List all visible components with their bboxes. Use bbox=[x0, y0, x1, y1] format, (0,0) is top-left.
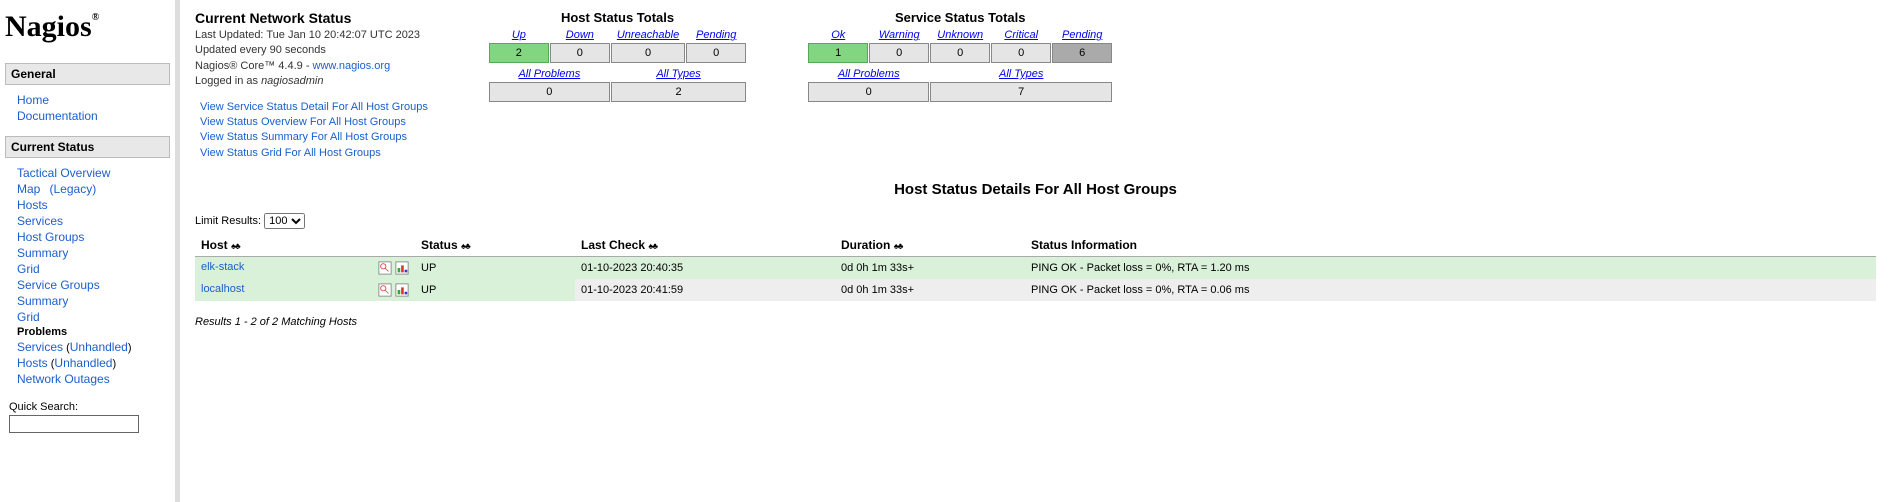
sort-icon[interactable]: ♠♣ bbox=[894, 241, 903, 251]
link-service-detail[interactable]: View Service Status Detail For All Host … bbox=[200, 100, 428, 115]
nav-hosts[interactable]: Hosts bbox=[17, 198, 48, 212]
ht-all-types[interactable]: All Types bbox=[656, 68, 700, 80]
st-pending[interactable]: Pending bbox=[1062, 29, 1102, 41]
duration-cell: 0d 0h 1m 33s+ bbox=[835, 279, 1025, 301]
last-updated: Last Updated: Tue Jan 10 20:42:07 UTC 20… bbox=[195, 28, 428, 43]
st-critical-val[interactable]: 0 bbox=[991, 43, 1051, 63]
host-totals: Host Status Totals Up Down Unreachable P… bbox=[488, 10, 747, 103]
ht-up[interactable]: Up bbox=[512, 29, 526, 41]
table-row: localhost UP01-10-2023 20:41:590d 0h 1m … bbox=[195, 279, 1876, 301]
col-last-check[interactable]: Last Check bbox=[581, 238, 645, 252]
nav-home[interactable]: Home bbox=[17, 93, 49, 107]
search-input[interactable] bbox=[9, 415, 139, 433]
host-status-table: Host ♠♣ Status ♠♣ Last Check ♠♣ Duration… bbox=[195, 234, 1876, 301]
sort-icon[interactable]: ♠♣ bbox=[648, 241, 657, 251]
service-totals: Service Status Totals Ok Warning Unknown… bbox=[807, 10, 1113, 103]
results-count: Results 1 - 2 of 2 Matching Hosts bbox=[195, 316, 1876, 328]
nav-problems: Problems bbox=[17, 326, 67, 338]
nav-hg-summary[interactable]: Summary bbox=[17, 246, 68, 260]
limit-select[interactable]: 100 bbox=[264, 213, 305, 229]
last-check-cell: 01-10-2023 20:40:35 bbox=[575, 257, 835, 280]
update-interval: Updated every 90 seconds bbox=[195, 43, 428, 58]
duration-cell: 0d 0h 1m 33s+ bbox=[835, 257, 1025, 280]
ht-all-types-val[interactable]: 2 bbox=[611, 82, 746, 102]
quick-search-label: Quick Search: bbox=[9, 401, 170, 413]
status-title: Current Network Status bbox=[195, 10, 428, 26]
ht-all-problems[interactable]: All Problems bbox=[518, 68, 580, 80]
chart-icon[interactable] bbox=[395, 261, 409, 275]
col-host[interactable]: Host bbox=[201, 238, 228, 252]
detail-icon[interactable] bbox=[378, 283, 392, 297]
ht-up-val[interactable]: 2 bbox=[489, 43, 549, 63]
link-status-grid[interactable]: View Status Grid For All Host Groups bbox=[200, 146, 428, 161]
nav-network-outages[interactable]: Network Outages bbox=[17, 372, 110, 386]
host-link[interactable]: elk-stack bbox=[201, 261, 244, 273]
host-totals-title: Host Status Totals bbox=[488, 10, 747, 25]
col-duration[interactable]: Duration bbox=[841, 238, 890, 252]
st-unknown[interactable]: Unknown bbox=[937, 29, 983, 41]
link-status-overview[interactable]: View Status Overview For All Host Groups bbox=[200, 115, 428, 130]
sidebar: Nagios® General Home Documentation Curre… bbox=[0, 0, 180, 502]
host-link[interactable]: localhost bbox=[201, 283, 244, 295]
ht-all-problems-val[interactable]: 0 bbox=[489, 82, 610, 102]
st-critical[interactable]: Critical bbox=[1004, 29, 1038, 41]
st-all-problems[interactable]: All Problems bbox=[838, 68, 900, 80]
status-cell: UP bbox=[415, 257, 575, 280]
ht-down-val[interactable]: 0 bbox=[550, 43, 610, 63]
st-ok[interactable]: Ok bbox=[831, 29, 845, 41]
st-unknown-val[interactable]: 0 bbox=[930, 43, 990, 63]
last-check-cell: 01-10-2023 20:41:59 bbox=[575, 279, 835, 301]
col-info: Status Information bbox=[1031, 238, 1137, 252]
nav-sg-grid[interactable]: Grid bbox=[17, 310, 40, 324]
main-content: Current Network Status Last Updated: Tue… bbox=[180, 0, 1891, 502]
info-cell: PING OK - Packet loss = 0%, RTA = 1.20 m… bbox=[1025, 257, 1876, 280]
st-all-problems-val[interactable]: 0 bbox=[808, 82, 929, 102]
nav-hg-grid[interactable]: Grid bbox=[17, 262, 40, 276]
link-status-summary[interactable]: View Status Summary For All Host Groups bbox=[200, 130, 428, 145]
login-label: Logged in as bbox=[195, 75, 261, 87]
page-title: Host Status Details For All Host Groups bbox=[195, 181, 1876, 198]
st-pending-val[interactable]: 6 bbox=[1052, 43, 1112, 63]
nav-host-groups[interactable]: Host Groups bbox=[17, 230, 84, 244]
section-current-status: Current Status bbox=[5, 136, 170, 158]
nav-map-legacy[interactable]: (Legacy) bbox=[50, 182, 97, 196]
ht-unreachable[interactable]: Unreachable bbox=[617, 29, 679, 41]
nav-service-groups[interactable]: Service Groups bbox=[17, 278, 100, 292]
limit-label: Limit Results: bbox=[195, 215, 261, 227]
ht-unreachable-val[interactable]: 0 bbox=[611, 43, 685, 63]
st-ok-val[interactable]: 1 bbox=[808, 43, 868, 63]
section-general: General bbox=[5, 63, 170, 85]
sort-icon[interactable]: ♠♣ bbox=[461, 241, 470, 251]
logo: Nagios® bbox=[5, 5, 170, 59]
nav-prob-hosts-unhandled[interactable]: Unhandled bbox=[54, 356, 112, 370]
info-cell: PING OK - Packet loss = 0%, RTA = 0.06 m… bbox=[1025, 279, 1876, 301]
nagios-link[interactable]: www.nagios.org bbox=[313, 60, 391, 72]
login-user: nagiosadmin bbox=[261, 75, 323, 87]
sort-icon[interactable]: ♠♣ bbox=[231, 241, 240, 251]
nav-prob-services[interactable]: Services bbox=[17, 340, 63, 354]
status-cell: UP bbox=[415, 279, 575, 301]
ht-pending[interactable]: Pending bbox=[696, 29, 736, 41]
detail-icon[interactable] bbox=[378, 261, 392, 275]
nav-sg-summary[interactable]: Summary bbox=[17, 294, 68, 308]
core-version: Nagios® Core™ 4.4.9 - bbox=[195, 60, 313, 72]
nav-documentation[interactable]: Documentation bbox=[17, 109, 98, 123]
col-status[interactable]: Status bbox=[421, 238, 458, 252]
chart-icon[interactable] bbox=[395, 283, 409, 297]
nav-prob-hosts[interactable]: Hosts bbox=[17, 356, 48, 370]
st-warning-val[interactable]: 0 bbox=[869, 43, 929, 63]
nav-services[interactable]: Services bbox=[17, 214, 63, 228]
nav-map[interactable]: Map bbox=[17, 182, 40, 196]
status-info: Current Network Status Last Updated: Tue… bbox=[195, 10, 428, 161]
nav-prob-services-unhandled[interactable]: Unhandled bbox=[70, 340, 128, 354]
nav-tactical[interactable]: Tactical Overview bbox=[17, 166, 110, 180]
st-all-types[interactable]: All Types bbox=[999, 68, 1043, 80]
table-row: elk-stack UP01-10-2023 20:40:350d 0h 1m … bbox=[195, 257, 1876, 280]
service-totals-title: Service Status Totals bbox=[807, 10, 1113, 25]
st-all-types-val[interactable]: 7 bbox=[930, 82, 1112, 102]
ht-down[interactable]: Down bbox=[566, 29, 594, 41]
st-warning[interactable]: Warning bbox=[879, 29, 920, 41]
ht-pending-val[interactable]: 0 bbox=[686, 43, 746, 63]
